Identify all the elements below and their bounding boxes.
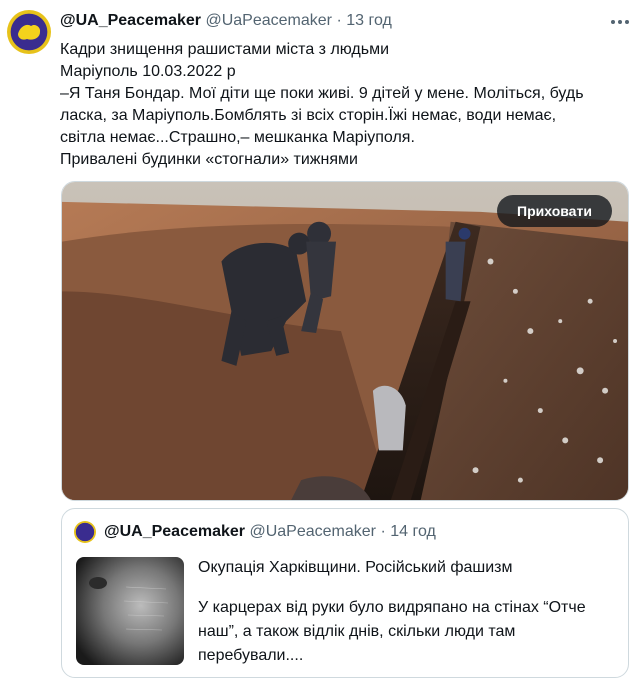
quoted-tweet-header: @UA_Peacemaker @UaPeacemaker · 14 год: [104, 523, 436, 541]
tweet-text-line: світла немає...Страшно,– мешканка Маріуп…: [60, 129, 415, 146]
tweet-timestamp[interactable]: 13 год: [346, 12, 392, 29]
tweet-text-line: Маріуполь 10.03.2022 р: [60, 63, 236, 80]
tweet-text: Кадри знищення рашистами міста з людьми …: [60, 39, 630, 171]
profile-avatar[interactable]: [7, 10, 51, 54]
quoted-author-handle: @UaPeacemaker: [249, 523, 376, 540]
quoted-tweet-card[interactable]: @UA_Peacemaker @UaPeacemaker · 14 год Ок…: [61, 508, 629, 678]
more-icon: [611, 20, 629, 24]
hide-media-button[interactable]: Приховати: [497, 195, 612, 227]
tweet-header: @UA_Peacemaker @UaPeacemaker · 13 год: [60, 12, 392, 30]
separator-dot: ·: [336, 12, 342, 29]
author-display-name[interactable]: @UA_Peacemaker: [60, 12, 201, 29]
tweet-text-line: Кадри знищення рашистами міста з людьми: [60, 41, 390, 58]
tweet-media-video[interactable]: [61, 181, 629, 501]
quoted-tweet-thumbnail: [76, 557, 184, 665]
avatar-logo-icon: [7, 10, 51, 54]
quoted-tweet-text: Окупація Харківщини. Російський фашизм У…: [198, 556, 618, 668]
quoted-tweet-text-line: У карцерах від руки було видряпано на ст…: [198, 599, 586, 616]
author-handle[interactable]: @UaPeacemaker: [205, 12, 332, 29]
video-frame-image: [62, 182, 628, 500]
more-options-button[interactable]: [606, 8, 634, 36]
tweet-text-line: –Я Таня Бондар. Мої діти ще поки живі. 9…: [60, 85, 584, 102]
quoted-tweet-paragraph: Окупація Харківщини. Російський фашизм: [198, 559, 513, 576]
tweet-text-line: Привалені будинки «стогнали» тижнями: [60, 151, 358, 168]
separator-dot: ·: [380, 523, 386, 540]
quoted-tweet-timestamp: 14 год: [390, 523, 436, 540]
quoted-author-display-name: @UA_Peacemaker: [104, 523, 246, 540]
quoted-tweet-text-line: перебували....: [198, 647, 304, 664]
tweet-text-line: ласка, за Маріуполь.Бомблять зі всіх сто…: [60, 107, 557, 124]
wall-scratches-image: [76, 557, 184, 665]
quoted-tweet-text-line: наш”, а також відлік днів, скільки люди …: [198, 623, 516, 640]
quoted-author-avatar: [74, 521, 96, 543]
